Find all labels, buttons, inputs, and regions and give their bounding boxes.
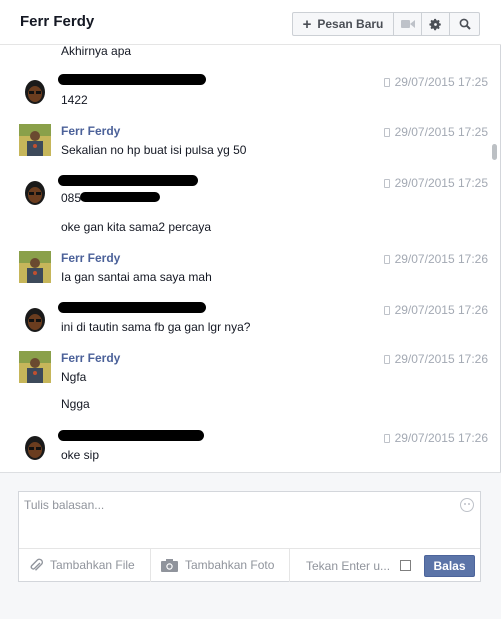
paperclip-icon: [29, 557, 43, 573]
add-file-label: Tambahkan File: [50, 558, 135, 572]
enter-to-send-checkbox[interactable]: [400, 560, 411, 571]
plus-icon: +: [302, 15, 312, 33]
message-text: Sekalian no hp buat isi pulsa yg 50: [61, 143, 247, 157]
composer-box: Tambahkan File Tambahkan Foto Tekan Ente…: [18, 491, 481, 582]
header-toolbar: + Pesan Baru: [292, 12, 480, 36]
new-message-label: Pesan Baru: [317, 17, 384, 31]
phone-icon: [383, 128, 390, 137]
avatar[interactable]: [20, 304, 50, 334]
reply-input[interactable]: [19, 492, 480, 548]
message-text: ini di tautin sama fb ga gan lgr nya?: [61, 320, 251, 334]
avatar[interactable]: [19, 251, 51, 283]
message-timestamp: 29/07/2015 17:25: [378, 125, 488, 139]
scrollbar-thumb[interactable]: [492, 144, 497, 160]
sender-name[interactable]: Ferr Ferdy: [61, 251, 120, 265]
search-icon: [459, 18, 471, 30]
phone-icon: [383, 306, 390, 315]
message-timestamp: 29/07/2015 17:26: [378, 352, 488, 366]
add-photo-button[interactable]: Tambahkan Foto: [151, 548, 290, 582]
phone-icon: [383, 78, 390, 87]
settings-button[interactable]: [422, 13, 450, 35]
message-list: Akhirnya apa 29/07/2015 17:25 1422 Ferr …: [0, 46, 488, 470]
gear-icon: [429, 18, 441, 30]
emoji-icon[interactable]: [460, 498, 474, 512]
enter-to-send-label: Tekan Enter u...: [306, 559, 391, 573]
redacted-sender: [58, 74, 206, 85]
add-file-button[interactable]: Tambahkan File: [19, 548, 151, 582]
redacted-sender: [58, 430, 204, 441]
message-text: oke gan kita sama2 percaya: [61, 220, 212, 234]
message-scrollbar[interactable]: [489, 46, 500, 470]
avatar[interactable]: [20, 76, 50, 106]
composer-toolbar: Tambahkan File Tambahkan Foto Tekan Ente…: [19, 548, 480, 582]
avatar[interactable]: [20, 177, 50, 207]
video-call-button[interactable]: [394, 13, 422, 35]
send-button[interactable]: Balas: [424, 555, 475, 577]
message-timestamp: 29/07/2015 17:25: [378, 176, 488, 190]
avatar[interactable]: [20, 432, 50, 462]
message-text: 1422: [61, 93, 88, 107]
conversation-title: Ferr Ferdy: [20, 13, 95, 30]
message-text: Ia gan santai ama saya mah: [61, 270, 212, 284]
conversation-header: Ferr Ferdy + Pesan Baru: [0, 0, 501, 45]
redacted-number: [80, 192, 160, 202]
message-timestamp: 29/07/2015 17:26: [378, 252, 488, 266]
redacted-sender: [58, 175, 198, 186]
avatar[interactable]: [19, 351, 51, 383]
video-icon: [400, 20, 415, 28]
sender-name[interactable]: Ferr Ferdy: [61, 351, 120, 365]
message-timestamp: 29/07/2015 17:26: [378, 303, 488, 317]
phone-icon: [383, 179, 390, 188]
redacted-sender: [58, 302, 206, 313]
camera-icon: [161, 558, 178, 572]
message-text: oke sip: [61, 448, 100, 462]
search-button[interactable]: [450, 13, 479, 35]
message-text: Ngfa: [61, 370, 87, 384]
new-message-button[interactable]: + Pesan Baru: [293, 13, 394, 35]
sender-name[interactable]: Ferr Ferdy: [61, 124, 120, 138]
message-text: Akhirnya apa: [61, 46, 132, 58]
message-timestamp: 29/07/2015 17:26: [378, 431, 488, 445]
phone-icon: [383, 355, 390, 364]
add-photo-label: Tambahkan Foto: [185, 558, 275, 572]
message-text: 085: [61, 191, 82, 205]
message-window: Ferr Ferdy + Pesan Baru Akhirnya apa 29/…: [0, 0, 501, 619]
composer-area: Tambahkan File Tambahkan Foto Tekan Ente…: [0, 472, 501, 619]
phone-icon: [383, 255, 390, 264]
message-text: Ngga: [61, 397, 90, 411]
avatar[interactable]: [19, 124, 51, 156]
phone-icon: [383, 434, 390, 443]
message-timestamp: 29/07/2015 17:25: [378, 75, 488, 89]
